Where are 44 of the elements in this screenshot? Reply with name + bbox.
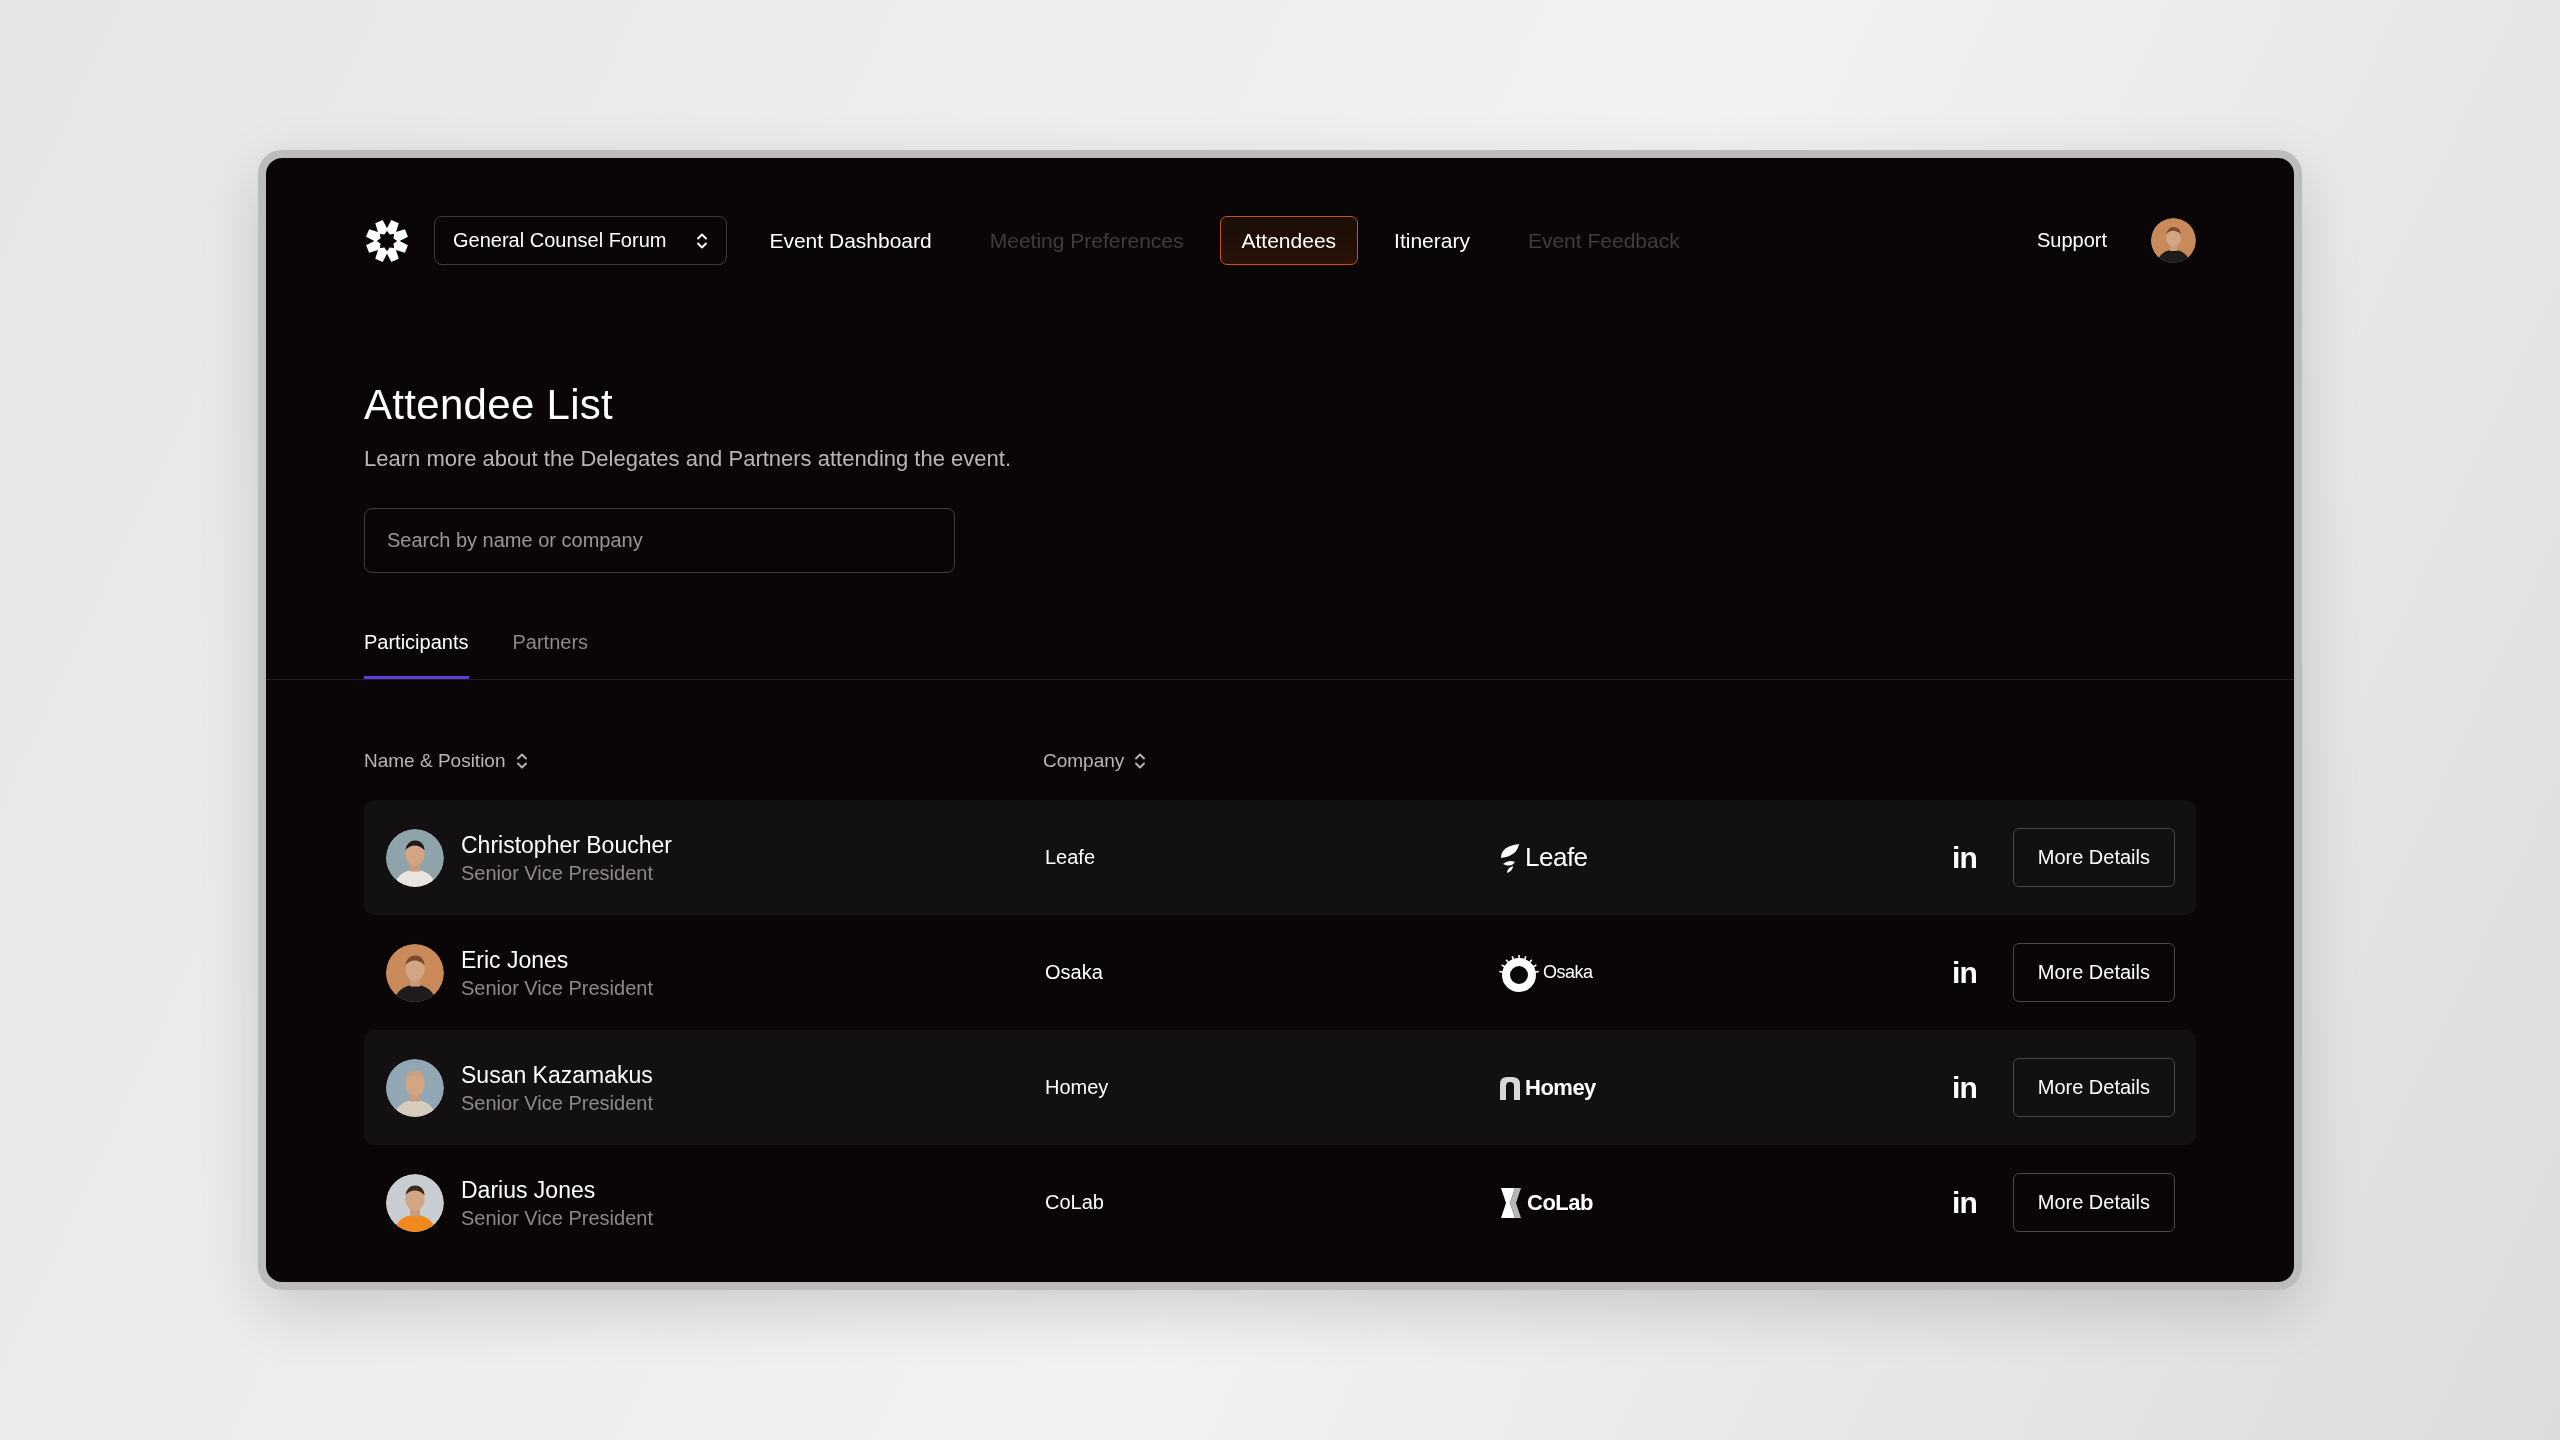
page-title: Attendee List [364,380,615,430]
hourglass-icon [1499,1186,1523,1219]
person-position: Senior Vice President [461,860,654,886]
event-selector[interactable]: General Counsel Forum [434,216,728,265]
sort-icon [1134,752,1147,770]
logo-text: Homey [1525,1074,1596,1101]
linkedin-link[interactable]: in [1952,955,1977,990]
company-name: CoLab [1045,1191,1104,1213]
more-details-button[interactable]: More Details [2012,943,2175,1002]
tab[interactable]: Participants [364,627,469,679]
person-name: Christopher Boucher [461,830,672,860]
logo-text: CoLab [1527,1189,1593,1216]
flower-logo-icon[interactable] [364,217,410,264]
column-header[interactable]: Name & Position [364,750,1043,772]
nav-tab[interactable]: Itinerary [1372,216,1492,265]
leaf-icon [1499,841,1521,874]
company-name: Homey [1045,1076,1109,1098]
nav-tab[interactable]: Attendees [1219,216,1359,265]
person-position: Senior Vice President [461,1205,653,1231]
more-details-button[interactable]: More Details [2012,828,2175,887]
sort-icon [515,752,528,770]
company-name: Leafe [1045,846,1096,868]
support-link[interactable]: Support [2036,229,2107,252]
more-details-button[interactable]: More Details [2012,1058,2175,1117]
column-header[interactable]: Company [1043,750,2196,772]
linkedin-link[interactable]: in [1952,1070,1977,1105]
sunburst-ring-icon [1499,952,1539,993]
person-name: Eric Jones [461,945,570,975]
logo-text: Osaka [1543,962,1593,983]
linkedin-link[interactable]: in [1952,840,1977,875]
search-field[interactable]: Search by name or company [364,508,955,573]
logo-text: Leafe [1525,842,1588,873]
page-subtitle: Learn more about the Delegates and Partners attending the event. [364,445,1012,473]
linkedin-link[interactable]: in [1952,1185,1977,1220]
more-details-button[interactable]: More Details [2012,1173,2175,1232]
house-icon [1499,1075,1521,1100]
person-position: Senior Vice President [461,1090,653,1116]
person-name: Susan Kazamakus [461,1060,653,1090]
person-name: Darius Jones [461,1175,597,1205]
tab[interactable]: Partners [512,627,589,679]
chevron-icon [696,231,709,250]
person-position: Senior Vice President [461,975,653,1001]
nav-tab[interactable]: Event Dashboard [747,216,954,265]
company-name: Osaka [1045,961,1103,983]
